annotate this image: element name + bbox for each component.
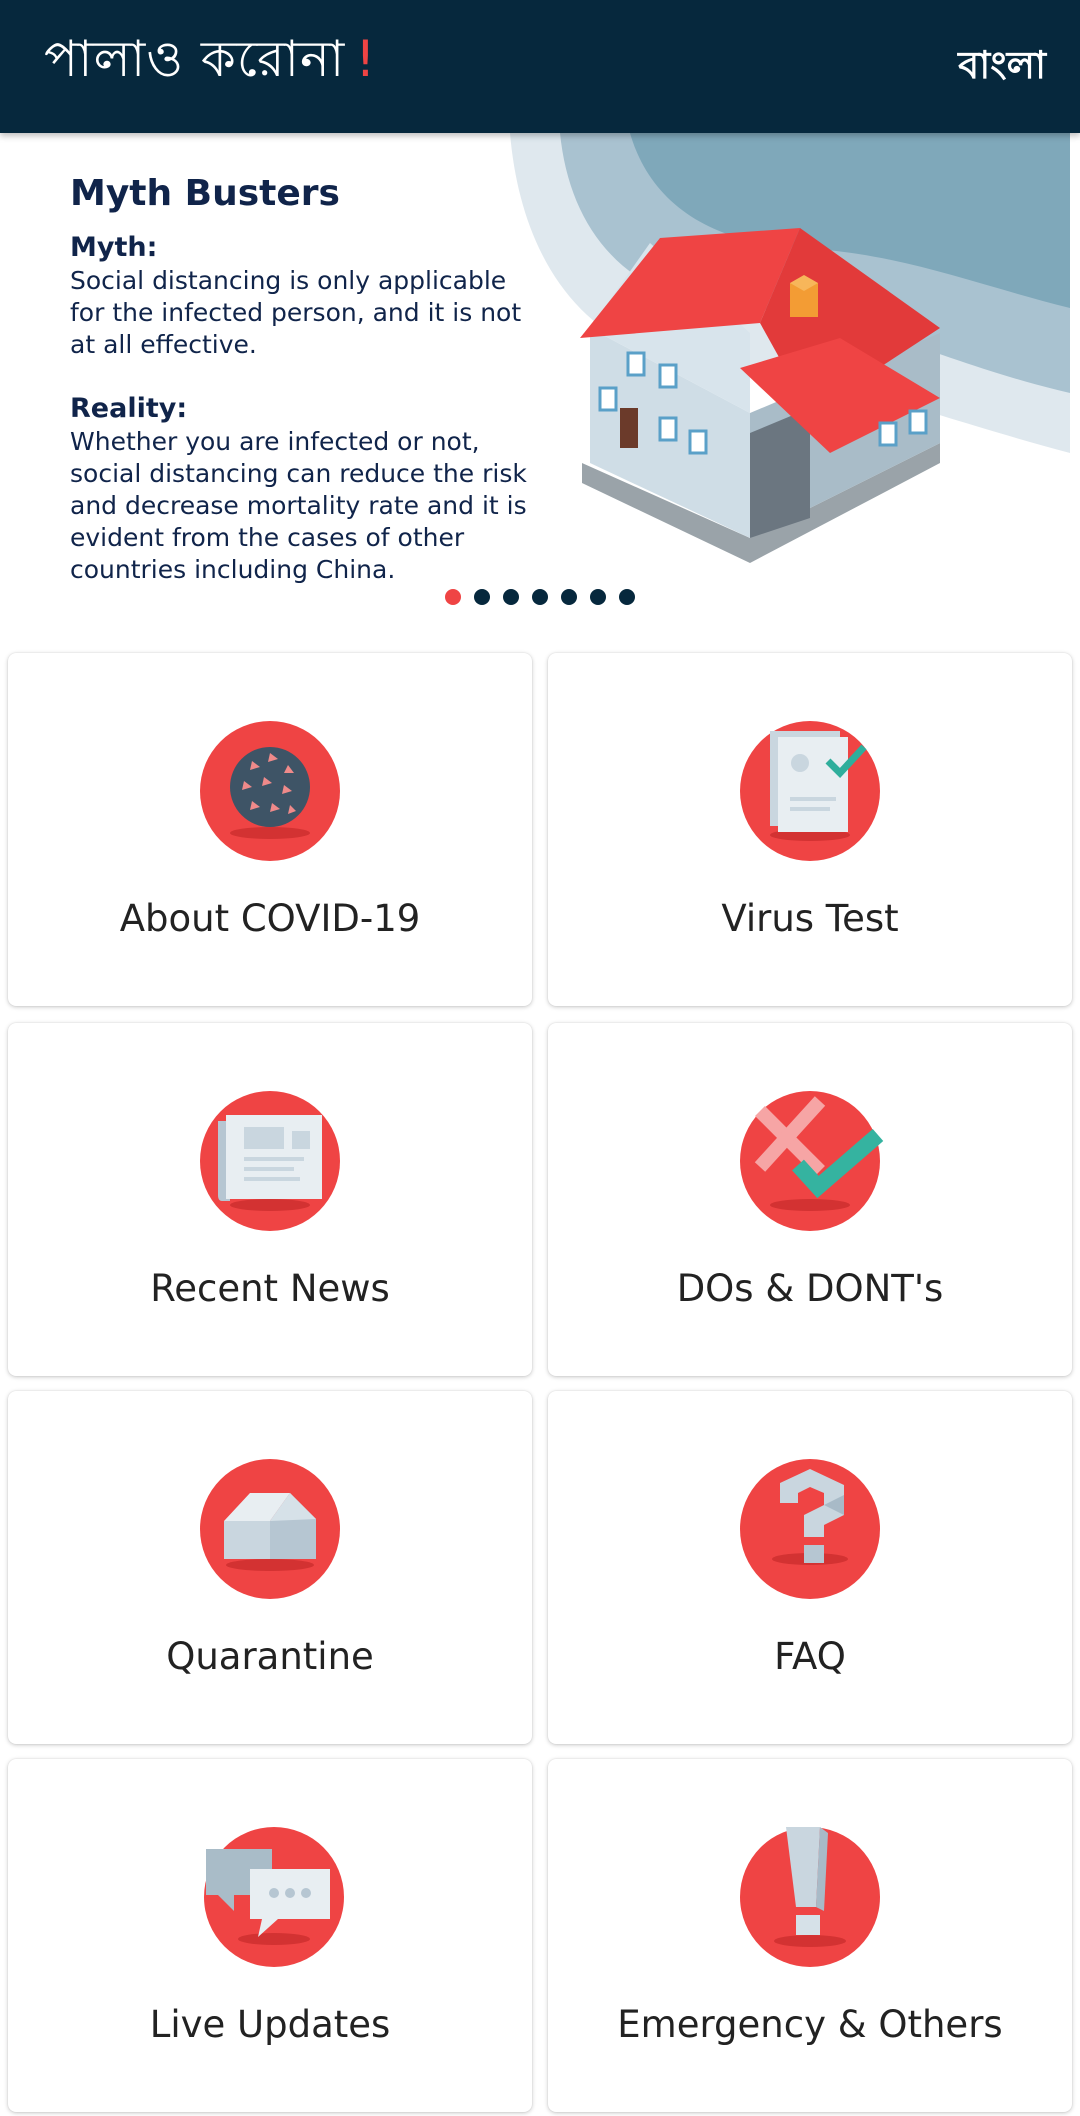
reality-text: Whether you are infected or not, social … [70,427,527,584]
menu-card-label: DOs & DONT's [676,1267,944,1310]
menu-card-about-covid[interactable]: About COVID-19 [8,653,532,1006]
carousel-dot[interactable] [561,589,577,605]
carousel-indicator [0,589,1080,605]
test-document-icon [740,721,880,861]
house-icon [200,1459,340,1599]
virus-icon [200,721,340,861]
carousel-dot[interactable] [474,589,490,605]
menu-card-dos-donts[interactable]: DOs & DONT's [548,1023,1072,1376]
carousel-dot[interactable] [532,589,548,605]
menu-card-label: About COVID-19 [119,897,421,940]
menu-card-label: Virus Test [721,897,899,940]
carousel-dot[interactable] [503,589,519,605]
menu-card-recent-news[interactable]: Recent News [8,1023,532,1376]
menu-card-live-updates[interactable]: Live Updates [8,1759,532,2112]
menu-card-label: FAQ [774,1635,846,1678]
app-title-exclamation: ! [355,30,377,88]
menu-card-faq[interactable]: FAQ [548,1391,1072,1744]
menu-card-label: Emergency & Others [617,2003,1003,2046]
app-title: পালাও করোনা! [44,22,376,105]
app-bar: পালাও করোনা! বাংলা [0,0,1080,133]
myth-label: Myth: [70,232,158,263]
menu-card-virus-test[interactable]: Virus Test [548,653,1072,1006]
chat-bubbles-icon [204,1827,344,1967]
menu-card-label: Quarantine [166,1635,374,1678]
menu-card-label: Recent News [150,1267,390,1310]
question-mark-icon [740,1459,880,1599]
house-illustration [510,133,1070,563]
myth-busters-carousel[interactable]: Myth Busters Myth: Social distancing is … [0,133,1080,618]
menu-card-label: Live Updates [149,2003,391,2046]
exclamation-icon [740,1827,880,1967]
reality-label: Reality: [70,393,188,424]
carousel-dot[interactable] [445,589,461,605]
slide-content: Myth Busters Myth: Social distancing is … [70,173,540,618]
myth-text: Social distancing is only applicable for… [70,266,522,359]
language-toggle-button[interactable]: বাংলা [958,36,1046,100]
menu-card-quarantine[interactable]: Quarantine [8,1391,532,1744]
newspaper-icon [200,1091,340,1231]
menu-card-emergency[interactable]: Emergency & Others [548,1759,1072,2112]
slide-title: Myth Busters [70,173,340,214]
app-title-text: পালাও করোনা [44,30,346,88]
carousel-dot[interactable] [619,589,635,605]
cross-check-icon [740,1091,884,1231]
carousel-dot[interactable] [590,589,606,605]
